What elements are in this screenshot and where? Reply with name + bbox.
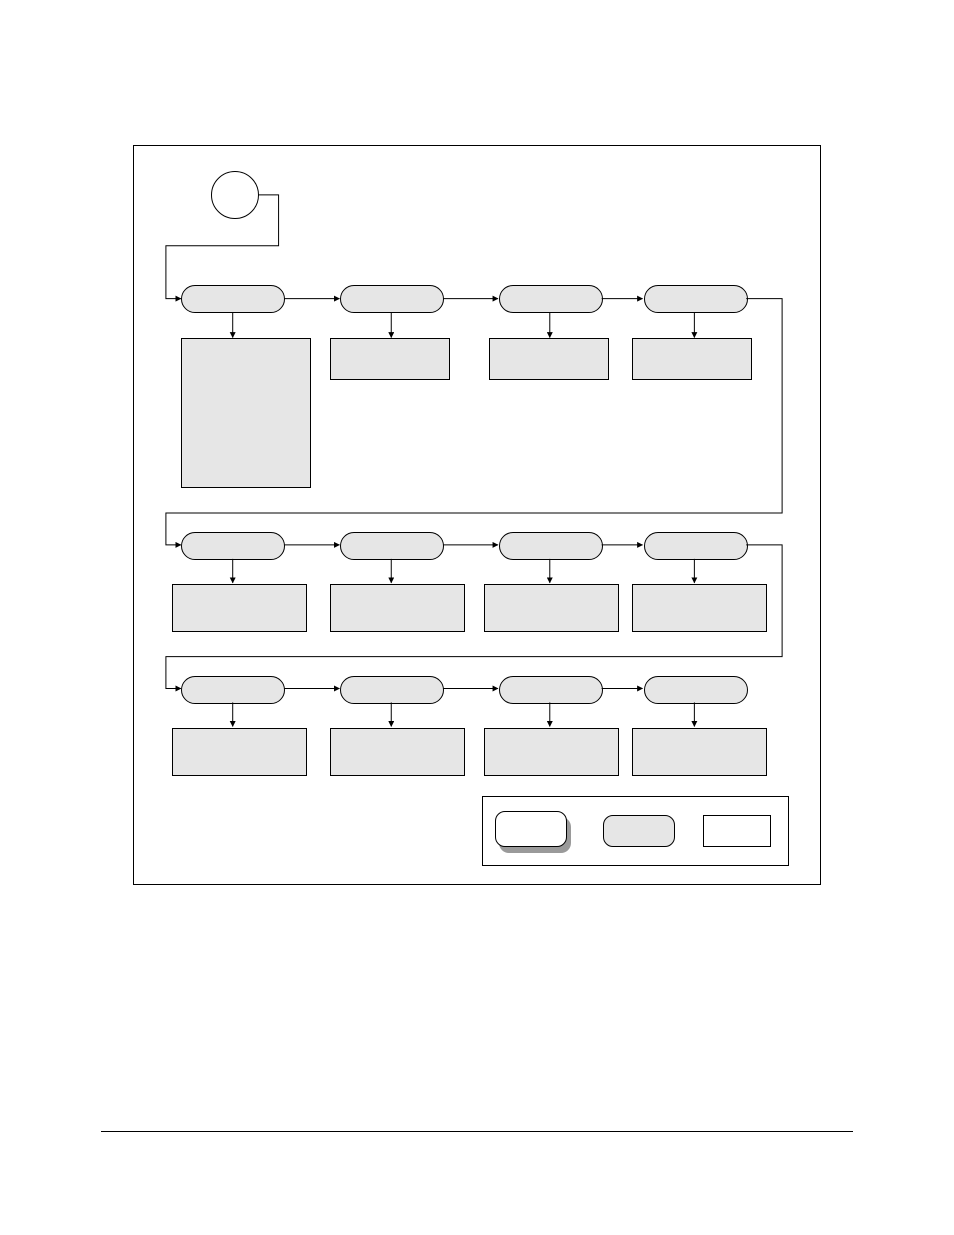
connector-layer — [134, 146, 820, 884]
page — [0, 0, 954, 1235]
footer-rule — [101, 1131, 853, 1132]
diagram-frame — [133, 145, 821, 885]
